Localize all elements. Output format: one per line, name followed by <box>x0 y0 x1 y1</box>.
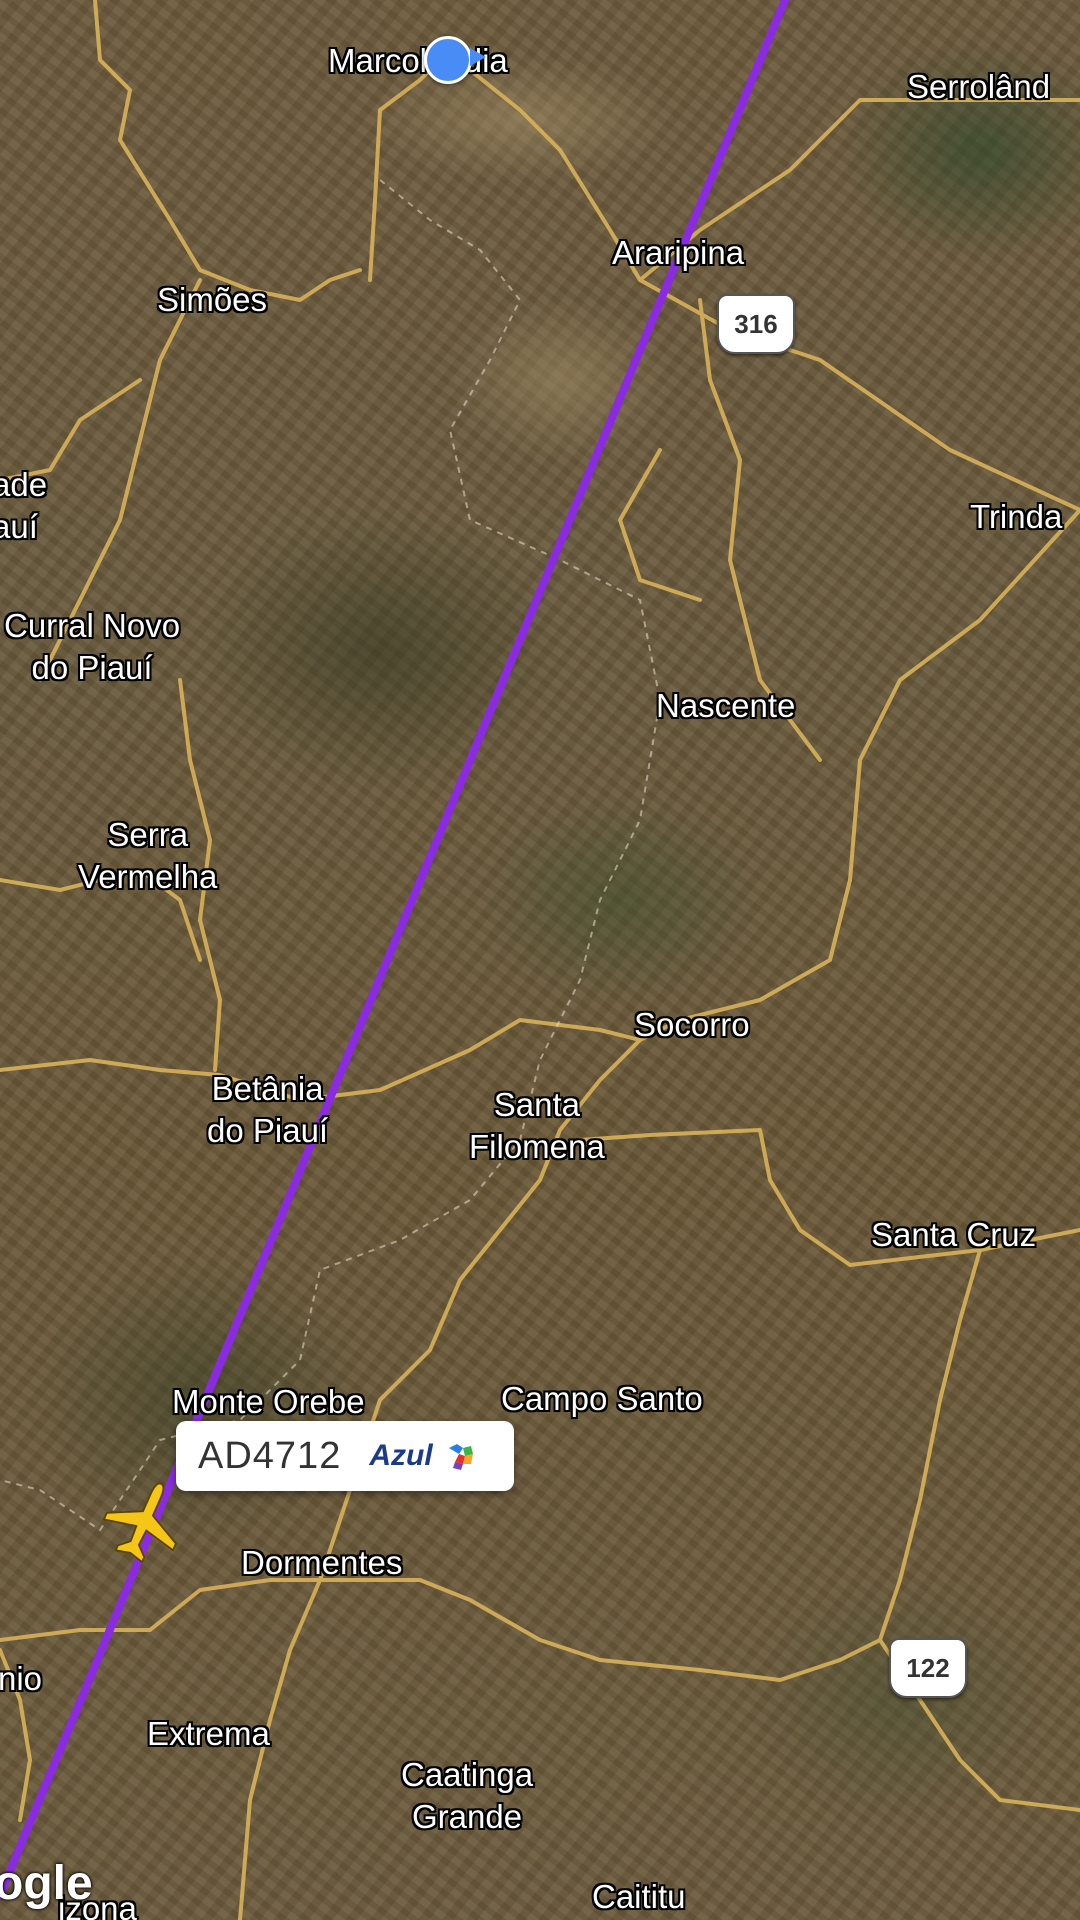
place-label-simoes[interactable]: Simões <box>157 279 267 321</box>
airline-name: Azul <box>369 1439 433 1472</box>
heading-arrow-icon <box>470 48 486 66</box>
place-label-campo-santo[interactable]: Campo Santo <box>501 1378 703 1420</box>
road-shield-316: 316 <box>717 294 795 354</box>
airline-logo-icon <box>448 1444 473 1470</box>
flight-label-card[interactable]: AD4712 Azul <box>176 1421 514 1491</box>
road-shield-122: 122 <box>889 1638 967 1698</box>
place-label-caititu[interactable]: Caititu <box>592 1876 686 1918</box>
place-label-santa-filomena[interactable]: Santa Filomena <box>469 1084 605 1168</box>
place-label-caatinga-grande[interactable]: Caatinga Grande <box>401 1754 533 1838</box>
flight-route-line <box>0 0 789 1899</box>
place-label-extrema[interactable]: Extrema <box>147 1713 270 1755</box>
place-label-socorro[interactable]: Socorro <box>634 1004 750 1046</box>
place-label-betania[interactable]: Betânia do Piauí <box>207 1068 328 1152</box>
my-location-dot[interactable] <box>424 36 472 84</box>
flight-code: AD4712 <box>198 1434 342 1477</box>
place-label-serra-vermelha[interactable]: Serra Vermelha <box>78 814 217 898</box>
map-watermark: ogle <box>0 1857 93 1910</box>
place-label-monte-orebe[interactable]: Monte Orebe <box>172 1381 365 1423</box>
place-label-nascente[interactable]: Nascente <box>656 685 795 727</box>
place-label-araripina[interactable]: Araripina <box>612 232 744 274</box>
place-label-dormentes[interactable]: Dormentes <box>241 1542 402 1584</box>
place-label-ade-piaui[interactable]: ade auí <box>0 464 47 548</box>
place-label-santa-cruz[interactable]: Santa Cruz <box>871 1214 1036 1256</box>
place-label-nio[interactable]: nio <box>0 1658 42 1700</box>
map-view[interactable]: 316 122 Marcolândia Serrolând Araripina … <box>0 0 1080 1920</box>
airplane-icon[interactable] <box>100 1475 190 1565</box>
place-label-trindade[interactable]: Trinda <box>970 496 1062 538</box>
place-label-serrolandia[interactable]: Serrolând <box>907 66 1050 108</box>
place-label-curral-novo[interactable]: Curral Novo do Piauí <box>4 605 180 689</box>
